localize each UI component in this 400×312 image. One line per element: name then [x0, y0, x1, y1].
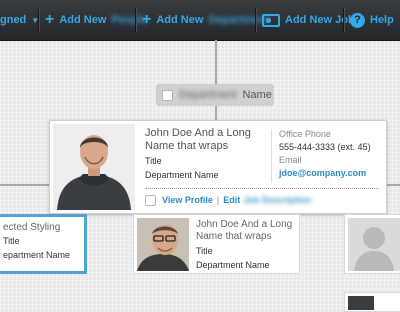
add-new-job-button[interactable]: Add New Job	[262, 0, 355, 40]
left-card-name: ected Styling	[3, 222, 61, 233]
middle-person-card[interactable]: John Doe And a Long Name that wraps Titl…	[133, 214, 300, 274]
connector-line	[387, 184, 400, 186]
email-label: Email	[279, 155, 302, 165]
person-department: Department Name	[145, 170, 219, 180]
view-profile-link[interactable]: View Profile	[162, 195, 213, 205]
department-name-label: Name	[242, 89, 272, 101]
selected-person-card[interactable]: John Doe And a Long Name that wraps Titl…	[49, 120, 387, 214]
card-actions: View Profile | Edit Job Description	[162, 195, 311, 205]
assigned-filter-dropdown[interactable]: gned ▼	[0, 0, 39, 40]
help-label: Help	[370, 14, 394, 26]
middle-card-name: John Doe And a Long Name that wraps	[196, 219, 293, 242]
office-phone-value: 555-444-3333 (ext. 45)	[279, 142, 371, 152]
add-new-department-button[interactable]: + Add New Department	[142, 0, 270, 40]
avatar-placeholder-icon	[348, 218, 400, 271]
middle-card-department: Department Name	[196, 260, 270, 270]
add-job-label: Add New Job	[285, 14, 355, 26]
help-button[interactable]: ? Help	[350, 0, 394, 40]
person-photo	[53, 124, 135, 210]
department-checkbox[interactable]	[162, 89, 173, 101]
id-card-icon	[262, 13, 280, 27]
toolbar-divider	[255, 8, 256, 32]
office-phone-label: Office Phone	[279, 129, 331, 139]
left-person-card[interactable]: ected Styling Title epartment Name	[0, 214, 87, 274]
assigned-filter-label: gned	[0, 14, 27, 26]
vertical-divider	[271, 129, 272, 183]
edit-link-label: Edit	[223, 195, 241, 205]
person-title: Title	[145, 156, 162, 166]
left-card-title: Title	[3, 236, 20, 246]
plus-icon: +	[142, 11, 152, 28]
right-person-card[interactable]	[344, 214, 400, 274]
person-name: John Doe And a Long Name that wraps	[145, 127, 251, 152]
middle-card-title: Title	[196, 246, 213, 256]
department-node[interactable]: Department Name	[156, 84, 274, 106]
dotted-divider	[145, 188, 379, 189]
email-link[interactable]: jdoe@company.com	[279, 168, 366, 178]
person-photo	[137, 218, 189, 271]
toolbar-divider	[135, 8, 136, 32]
edit-blurred-label: Job Description	[243, 195, 312, 205]
top-toolbar: gned ▼ + Add New People + Add New Depart…	[0, 0, 400, 41]
left-card-department: epartment Name	[3, 250, 71, 260]
action-separator: |	[216, 195, 220, 205]
toolbar-divider	[343, 8, 344, 32]
help-icon: ?	[350, 12, 365, 28]
person-photo	[348, 296, 374, 310]
edit-job-link[interactable]: Edit Job Description	[223, 195, 311, 205]
plus-icon: +	[45, 11, 55, 28]
connector-line	[215, 106, 217, 120]
add-new-people-button[interactable]: + Add New People	[45, 0, 147, 40]
add-dept-label: Add New	[156, 14, 204, 26]
department-blurred-name: Department	[179, 89, 237, 101]
add-people-label: Add New	[59, 14, 107, 26]
select-person-checkbox[interactable]	[145, 195, 156, 206]
add-dept-blurred-label: Department	[208, 14, 270, 26]
toolbar-divider	[38, 8, 39, 32]
connector-line	[0, 184, 49, 186]
partial-person-card[interactable]	[344, 292, 400, 312]
connector-line	[215, 40, 217, 84]
